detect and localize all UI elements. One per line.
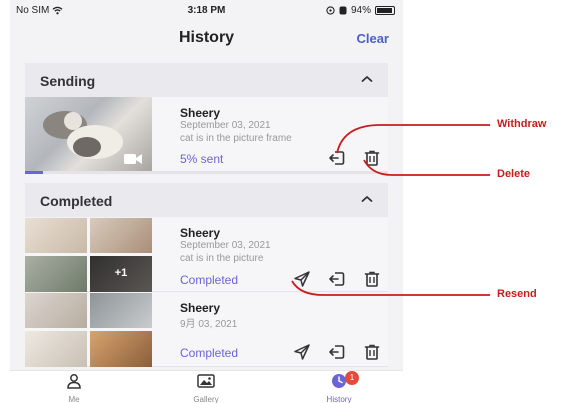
delete-annotation: Delete bbox=[497, 168, 531, 180]
delete-callout-line bbox=[363, 159, 490, 176]
annotation-lines bbox=[291, 124, 490, 296]
resend-callout-line bbox=[291, 280, 490, 296]
withdraw-annotation: Withdraw bbox=[497, 118, 547, 130]
resend-annotation: Resend bbox=[497, 288, 537, 300]
withdraw-callout-line bbox=[336, 124, 490, 154]
